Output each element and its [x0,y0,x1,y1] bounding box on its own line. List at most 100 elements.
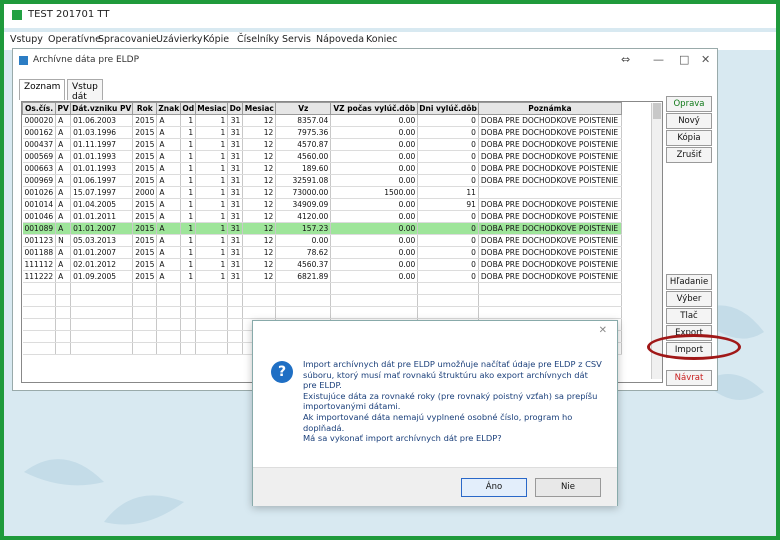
empty-cell [227,282,244,295]
kopia-button[interactable]: Kópia [666,130,712,146]
tlac-button[interactable]: Tlač [666,308,712,324]
table-cell: 73000.00 [275,186,332,199]
empty-cell [132,342,158,355]
table-cell: DOBA PRE DOCHODKOVE POISTENIE [478,150,622,163]
table-cell: 12 [242,126,277,139]
col-mesiac-od[interactable]: Mesiac [195,102,229,115]
table-cell: 4120.00 [275,210,332,223]
table-cell: 01.01.1993 [70,162,134,175]
table-cell: 4570.87 [275,138,332,151]
table-cell: 1 [180,210,197,223]
import-highlight-ring [647,334,741,360]
empty-cell [55,282,72,295]
table-row[interactable]: 000437 A 01.11.1997 2015 A 1 1 31 12 4570.87 0.00 0… [22,138,622,151]
table-row[interactable]: 111222 A 01.09.2005 2015 A 1 1 31 12 6821.89 0.00 0… [22,270,622,283]
table-cell: 000569 [22,150,57,163]
hladanie-button[interactable]: Hľadanie [666,274,712,290]
restore-icon[interactable]: ⇔ [621,53,630,66]
empty-cell [156,294,182,307]
tab-zoznam[interactable]: Zoznam [19,79,66,100]
table-cell: 78.62 [275,246,332,259]
menu-vstupy[interactable]: Vstupy [10,34,43,45]
empty-cell [227,294,244,307]
zrusit-button[interactable]: Zrušiť [666,147,712,163]
empty-cell [22,330,57,343]
menu-spracovanie[interactable]: Spracovanie [98,34,157,45]
table-cell: 0 [417,210,479,223]
empty-cell [195,306,229,319]
table-cell: 91 [417,198,479,211]
no-button[interactable]: Nie [535,478,601,497]
table-cell: A [55,210,72,223]
col-dat-vzniku[interactable]: Dát.vzniku PV [70,102,134,115]
menu-kopie[interactable]: Kópie [203,34,229,45]
table-row[interactable]: 000569 A 01.01.1993 2015 A 1 1 31 12 4560.00 0.00 0… [22,150,622,163]
table-row[interactable]: 000969 A 01.06.1997 2015 A 1 1 31 12 32591.08 0.00… [22,174,622,187]
menu-operativne[interactable]: Operatívne [48,34,101,45]
table-cell: DOBA PRE DOCHODKOVE POISTENIE [478,174,622,187]
table-cell: 12 [242,234,277,247]
empty-cell [242,282,277,295]
table-cell: 1 [180,234,197,247]
table-cell: 000437 [22,138,57,151]
col-rok[interactable]: Rok [132,102,158,115]
novy-button[interactable]: Nový [666,113,712,129]
child-titlebar: Archívne dáta pre ELDP ⇔ — □ ✕ [13,49,717,73]
table-cell: 8357.04 [275,114,332,127]
table-cell: DOBA PRE DOCHODKOVE POISTENIE [478,138,622,151]
table-row[interactable]: 000162 A 01.03.1996 2015 A 1 1 31 12 7975.36 0.00 0… [22,126,622,139]
table-cell: DOBA PRE DOCHODKOVE POISTENIE [478,270,622,283]
empty-cell [55,342,72,355]
minimize-icon[interactable]: — [653,53,664,66]
table-cell: 11 [417,186,479,199]
table-row[interactable]: 001089 A 01.01.2007 2015 A 1 1 31 12 157.23 0.00 0 D… [22,222,622,235]
table-row[interactable]: 001014 A 01.04.2005 2015 A 1 1 31 12 34909.09 0.00… [22,198,622,211]
vyber-button[interactable]: Výber [666,291,712,307]
menu-ciselniky[interactable]: Číselníky [237,34,279,45]
col-os-cis[interactable]: Os.čís. [22,102,57,115]
col-mesiac-do[interactable]: Mesiac [242,102,277,115]
col-pv[interactable]: PV [55,102,72,115]
empty-cell [275,282,332,295]
close-icon[interactable]: ✕ [701,53,710,66]
menu-napoveda[interactable]: Nápoveda [316,34,364,45]
table-cell: 1 [180,198,197,211]
table-row[interactable]: 000020 A 01.06.2003 2015 A 1 1 31 12 8357.04 0.00 0… [22,114,622,127]
table-cell: 01.06.2003 [70,114,134,127]
dialog-close-icon[interactable]: ✕ [599,325,607,336]
menu-koniec[interactable]: Koniec [366,34,397,45]
table-cell: A [156,126,182,139]
table-cell: 05.03.2013 [70,234,134,247]
table-row[interactable]: 111112 A 02.01.2012 2015 A 1 1 31 12 4560.37 0.00 0… [22,258,622,271]
col-poznamka[interactable]: Poznámka [477,102,622,115]
maximize-icon[interactable]: □ [679,53,689,66]
col-od[interactable]: Od [180,102,197,115]
menu-servis[interactable]: Servis [282,34,311,45]
col-dni-vyluc[interactable]: Dni vylúč.dôb [417,102,479,115]
table-cell: 6821.89 [275,270,332,283]
table-cell: 0 [417,222,479,235]
table-row[interactable]: 001026 A 15.07.1997 2000 A 1 1 31 12 73000.00 1500… [22,186,622,199]
yes-button[interactable]: Áno [461,478,527,497]
table-cell: 12 [242,138,277,151]
table-row[interactable]: 001188 A 01.01.2007 2015 A 1 1 31 12 78.62 0.00 0 DO… [22,246,622,259]
table-cell: 001046 [22,210,57,223]
col-vz-vyluc[interactable]: VZ počas vylúč.dôb [330,102,419,115]
table-cell: 12 [242,198,277,211]
scrollbar-thumb[interactable] [653,103,661,119]
menu-uzavierky[interactable]: Uzávierky [156,34,203,45]
table-cell: 1 [195,270,229,283]
tab-vstup-dat[interactable]: Vstup dát [67,79,103,102]
table-row[interactable]: 000663 A 01.01.1993 2015 A 1 1 31 12 189.60 0.00 0 D… [22,162,622,175]
col-do[interactable]: Do [227,102,244,115]
table-cell: 1 [195,234,229,247]
oprava-button[interactable]: Oprava [666,96,712,112]
table-row[interactable]: 001046 A 01.01.2011 2015 A 1 1 31 12 4120.00 0.00 0… [22,210,622,223]
table-row[interactable]: 001123 N 05.03.2013 2015 A 1 1 31 12 0.00 0.00 0 DOB… [22,234,622,247]
col-vz[interactable]: Vz [275,102,332,115]
col-znak[interactable]: Znak [156,102,182,115]
empty-cell [156,282,182,295]
empty-cell [22,342,57,355]
table-cell: 01.03.1996 [70,126,134,139]
navrat-button[interactable]: Návrat [666,370,712,386]
